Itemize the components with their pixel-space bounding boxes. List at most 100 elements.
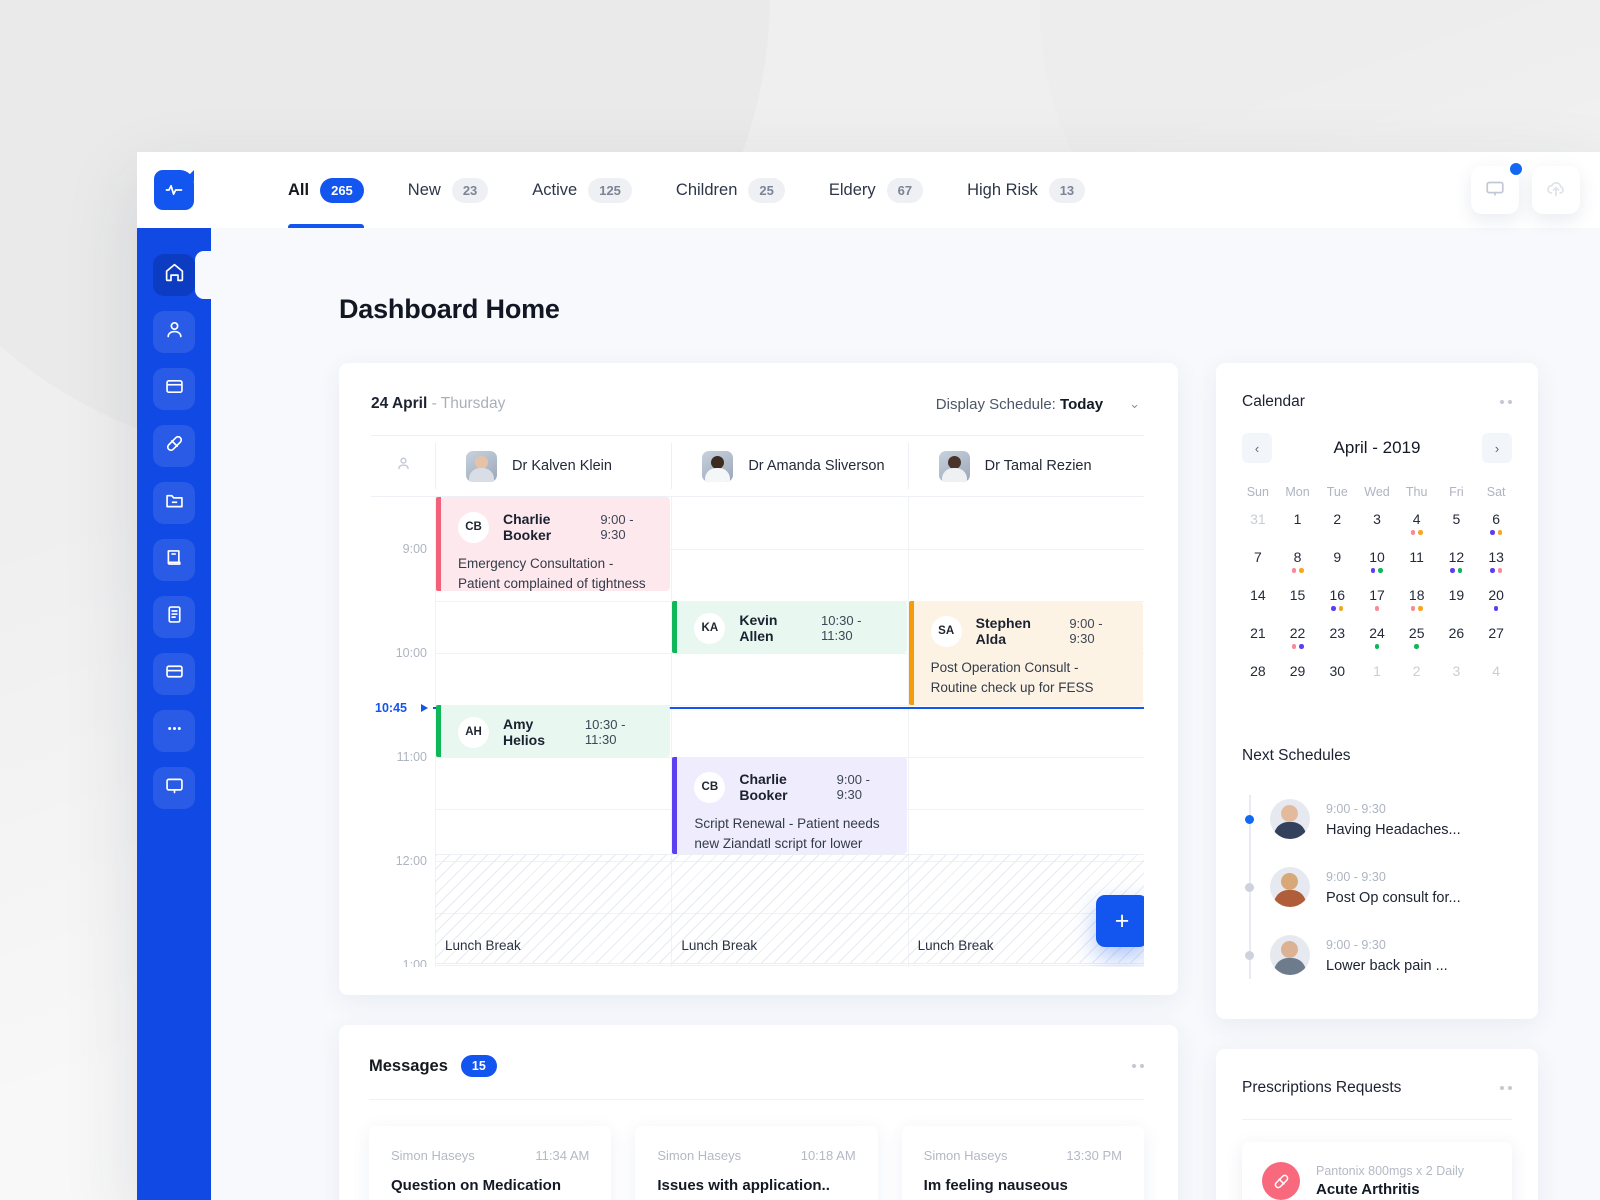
calendar-day-cell[interactable]: 11 <box>1397 547 1437 585</box>
tab-all[interactable]: All 265 <box>266 152 386 228</box>
calendar-day-cell[interactable]: 31 <box>1238 509 1278 547</box>
calendar-day-cell[interactable]: 5 <box>1437 509 1477 547</box>
calendar-day-cell[interactable]: 22 <box>1278 623 1318 661</box>
calendar-day-cell[interactable]: 23 <box>1317 623 1357 661</box>
timeline-bullet-icon <box>1245 882 1254 892</box>
calendar-day-cell[interactable]: 6 <box>1476 509 1516 547</box>
next-schedule-item[interactable]: 9:00 - 9:30 Post Op consult for... <box>1242 853 1512 921</box>
calendar-day-cell[interactable]: 13 <box>1476 547 1516 585</box>
calendar-day-cell[interactable]: 28 <box>1238 661 1278 699</box>
cloud-upload-icon <box>1545 177 1567 204</box>
tab-eldery[interactable]: Eldery 67 <box>807 152 945 228</box>
calendar-day-cell[interactable]: 10 <box>1357 547 1397 585</box>
user-icon <box>395 455 412 477</box>
sidebar-item-records[interactable] <box>153 539 195 581</box>
sidebar-item-more[interactable] <box>153 710 195 752</box>
message-time: 10:18 AM <box>800 1148 856 1163</box>
doctor-column-1[interactable]: Dr Kalven Klein <box>435 443 671 489</box>
tab-new[interactable]: New 23 <box>386 152 510 228</box>
doctor-columns-header: Dr Kalven Klein Dr Amanda Sliverson Dr T… <box>371 435 1144 497</box>
calendar-day-number: 16 <box>1329 587 1346 603</box>
calendar-day-cell[interactable]: 26 <box>1437 623 1477 661</box>
event-dot <box>1374 606 1380 611</box>
calendar-day-cell[interactable]: 4 <box>1397 509 1437 547</box>
appointment-block[interactable]: CB Charlie Booker 9:00 - 9:30 Emergency … <box>436 497 671 591</box>
message-item[interactable]: Simon Haseys 13:30 PM Im feeling nauseou… <box>901 1126 1144 1200</box>
calendar-day-cell[interactable]: 8 <box>1278 547 1318 585</box>
appointment-block[interactable]: CB Charlie Booker 9:00 - 9:30 Script Ren… <box>672 757 907 854</box>
sidebar-item-prescriptions[interactable] <box>153 425 195 467</box>
sidebar-item-files[interactable] <box>153 482 195 524</box>
calendar-prev-button[interactable]: ‹ <box>1242 433 1272 463</box>
calendar-day-cell[interactable]: 17 <box>1357 585 1397 623</box>
tab-high-risk[interactable]: High Risk 13 <box>945 152 1107 228</box>
sidebar-item-monitor[interactable] <box>153 767 195 809</box>
calendar-day-cell[interactable]: 29 <box>1278 661 1318 699</box>
calendar-day-cell[interactable]: 1 <box>1357 661 1397 699</box>
calendar-day-event-dots <box>1374 606 1380 611</box>
calendar-day-cell[interactable]: 3 <box>1357 509 1397 547</box>
calendar-day-event-dots <box>1490 568 1503 573</box>
calendar-day-number: 2 <box>1333 511 1342 527</box>
event-dot <box>1291 568 1297 573</box>
calendar-next-button[interactable]: › <box>1482 433 1512 463</box>
messages-more-icon[interactable] <box>1132 1064 1144 1068</box>
tab-count: 23 <box>451 177 489 203</box>
add-appointment-button[interactable]: + <box>1096 895 1144 947</box>
calendar-day-event-dots <box>1450 568 1463 573</box>
calendar-day-cell[interactable]: 30 <box>1317 661 1357 699</box>
appointment-block[interactable]: SA Stephen Alda 9:00 - 9:30 Post Operati… <box>908 601 1143 705</box>
calendar-day-cell[interactable]: 9 <box>1317 547 1357 585</box>
event-dot <box>1497 530 1503 535</box>
doctor-column-2[interactable]: Dr Amanda Sliverson <box>671 443 907 489</box>
calendar-day-cell[interactable]: 3 <box>1437 661 1477 699</box>
appointment-block[interactable]: KA Kevin Allen 10:30 - 11:30 <box>672 601 907 653</box>
sidebar-item-billing[interactable] <box>153 653 195 695</box>
display-schedule-dropdown[interactable]: Display Schedule: Today ⌄ <box>936 396 1140 413</box>
tab-children[interactable]: Children 25 <box>654 152 807 228</box>
calendar-day-cell[interactable]: 7 <box>1238 547 1278 585</box>
message-item[interactable]: Simon Haseys 11:34 AM Question on Medica… <box>369 1126 612 1200</box>
calendar-day-cell[interactable]: 27 <box>1476 623 1516 661</box>
event-dot <box>1331 606 1336 611</box>
calendar-day-cell[interactable]: 18 <box>1397 585 1437 623</box>
calendar-day-cell[interactable]: 12 <box>1437 547 1477 585</box>
calendar-day-cell[interactable]: 24 <box>1357 623 1397 661</box>
calendar-day-cell[interactable]: 21 <box>1238 623 1278 661</box>
calendar-day-of-week: Thu <box>1405 485 1428 499</box>
calendar-day-cell[interactable]: 20 <box>1476 585 1516 623</box>
calendar-day-cell[interactable]: 2 <box>1317 509 1357 547</box>
messages-count-badge: 15 <box>460 1055 497 1077</box>
app-window: All 265 New 23 Active 125 Children 25 El… <box>137 152 1600 1200</box>
prescription-text: Pantonix 800mgs x 2 Daily Acute Arthriti… <box>1316 1164 1464 1198</box>
messages-button[interactable] <box>1471 161 1524 214</box>
calendar-day-cell[interactable]: 4 <box>1476 661 1516 699</box>
next-schedule-item[interactable]: 9:00 - 9:30 Having Headaches... <box>1242 785 1512 853</box>
calendar-more-icon[interactable] <box>1500 400 1512 404</box>
calendar-day-cell[interactable]: 2 <box>1397 661 1437 699</box>
sidebar-item-home[interactable] <box>153 251 211 299</box>
calendar-day-cell[interactable]: 15 <box>1278 585 1318 623</box>
calendar-nav: ‹ April - 2019 › <box>1216 411 1538 463</box>
upload-button[interactable] <box>1532 166 1580 214</box>
calendar-day-cell[interactable]: 14 <box>1238 585 1278 623</box>
event-dot <box>1493 606 1499 611</box>
sidebar-item-appointments[interactable] <box>153 368 195 410</box>
doctor-column-3[interactable]: Dr Tamal Rezien <box>907 443 1144 489</box>
message-item[interactable]: Simon Haseys 10:18 AM Issues with applic… <box>635 1126 878 1200</box>
doctor-name: Dr Tamal Rezien <box>984 458 1092 474</box>
tab-active[interactable]: Active 125 <box>510 152 654 228</box>
prescriptions-more-icon[interactable] <box>1500 1086 1512 1090</box>
schedule-date: 24 April - Thursday <box>371 395 505 413</box>
brand-logo[interactable] <box>137 152 211 228</box>
appointment-block[interactable]: AH Amy Helios 10:30 - 11:30 <box>436 705 671 757</box>
calendar-day-cell[interactable]: 16 <box>1317 585 1357 623</box>
calendar-day-cell[interactable]: 1 <box>1278 509 1318 547</box>
next-schedule-item[interactable]: 9:00 - 9:30 Lower back pain ... <box>1242 921 1512 989</box>
appointment-description: Script Renewal - Patient needs new Ziand… <box>694 816 880 851</box>
sidebar-item-patients[interactable] <box>153 311 195 353</box>
sidebar-item-documents[interactable] <box>153 596 195 638</box>
calendar-day-number: 15 <box>1289 587 1306 603</box>
calendar-day-cell[interactable]: 25 <box>1397 623 1437 661</box>
calendar-day-cell[interactable]: 19 <box>1437 585 1477 623</box>
